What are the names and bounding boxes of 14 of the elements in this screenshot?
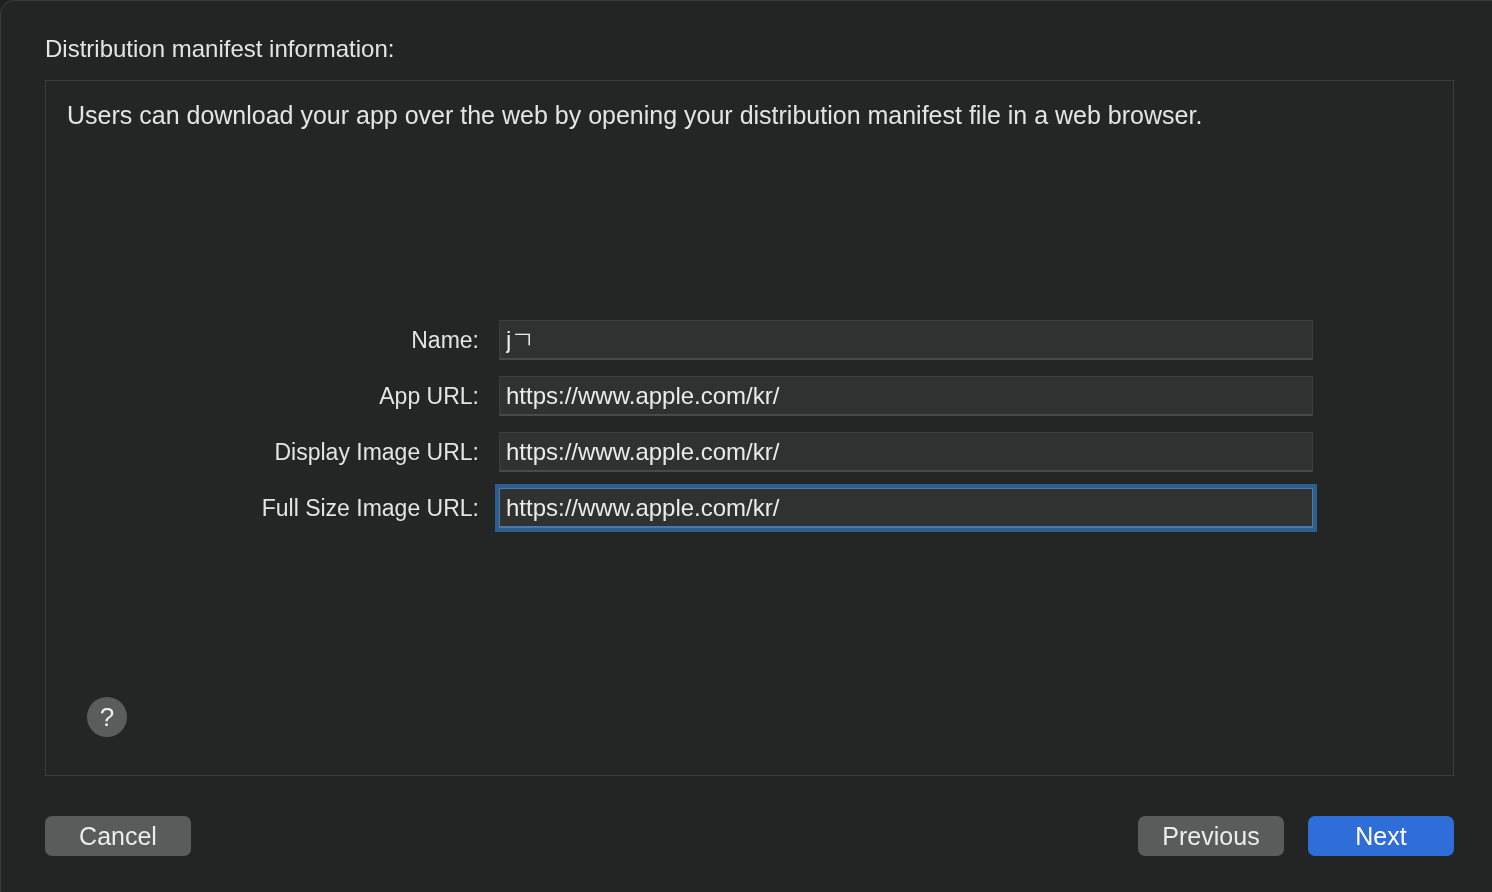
field-label: Full Size Image URL: <box>260 494 479 522</box>
text-field[interactable]: https://www.apple.com/kr/ <box>499 432 1313 472</box>
section-heading: Distribution manifest information: <box>45 35 396 63</box>
field-label: Name: <box>410 326 479 354</box>
text-field[interactable]: https://www.apple.com/kr/ <box>499 488 1313 528</box>
next-button[interactable]: Next <box>1308 816 1454 856</box>
field-label: App URL: <box>378 382 479 410</box>
text-field[interactable]: jㄱ <box>499 320 1313 360</box>
field-label: Display Image URL: <box>273 438 479 466</box>
help-button[interactable]: ? <box>87 697 127 737</box>
text-field[interactable]: https://www.apple.com/kr/ <box>499 376 1313 416</box>
previous-button[interactable]: Previous <box>1138 816 1284 856</box>
cancel-button[interactable]: Cancel <box>45 816 191 856</box>
description-text: Users can download your app over the web by opening your distribution manifest file in a web browser. <box>67 101 1204 130</box>
